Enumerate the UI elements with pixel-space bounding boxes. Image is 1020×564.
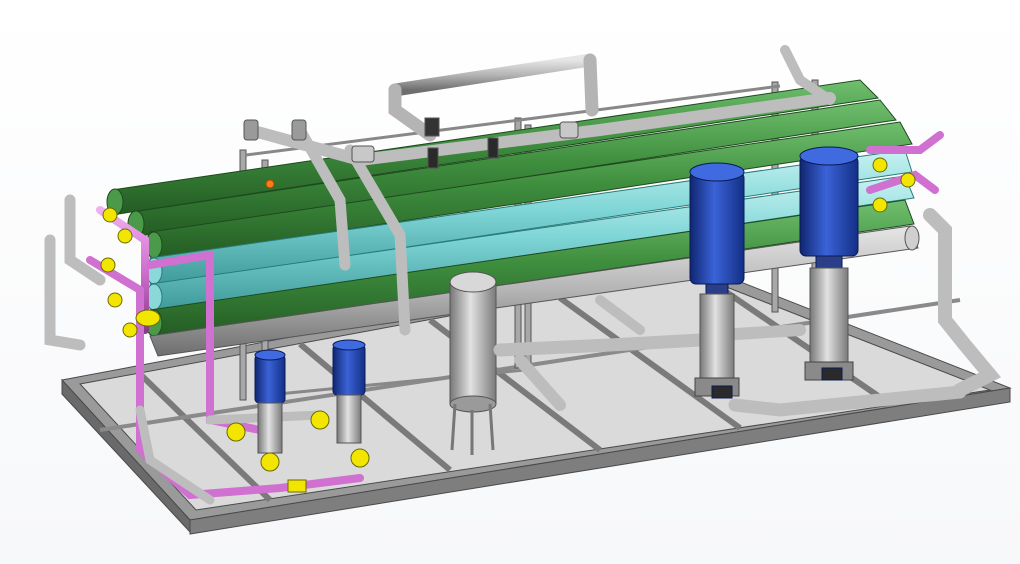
ro-skid-model: [44, 45, 1012, 535]
cad-viewport[interactable]: [0, 0, 1020, 564]
